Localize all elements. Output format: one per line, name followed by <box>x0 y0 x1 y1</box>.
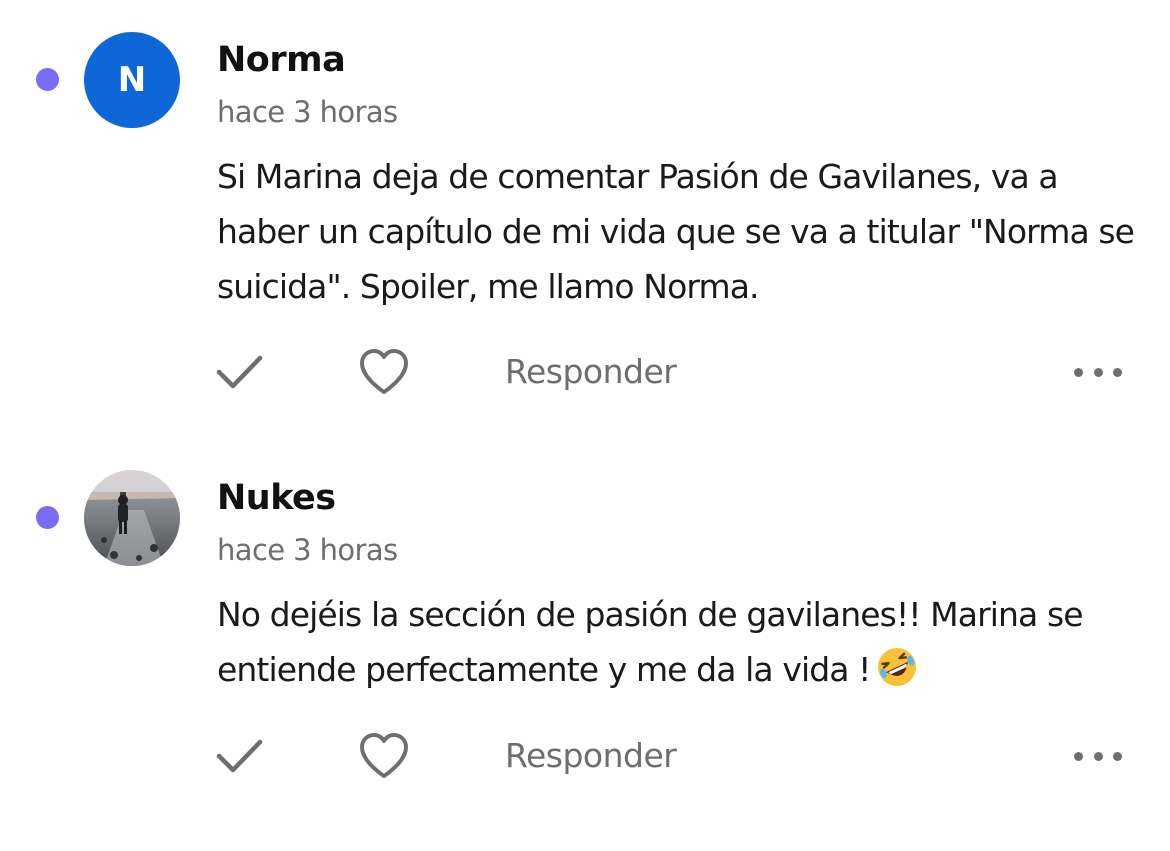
comment-actions: Responder <box>0 342 1170 402</box>
avatar[interactable]: N <box>84 32 180 128</box>
unread-indicator-dot <box>36 506 59 529</box>
more-horizontal-icon <box>1074 751 1083 761</box>
check-icon <box>216 355 263 389</box>
check-button[interactable] <box>214 350 266 394</box>
comment-actions: Responder <box>0 726 1170 786</box>
comment-author[interactable]: Norma <box>217 36 346 84</box>
avatar[interactable] <box>84 470 180 566</box>
comment-timestamp: hace 3 horas <box>217 533 398 567</box>
check-button[interactable] <box>214 734 266 778</box>
check-icon <box>216 739 263 773</box>
comment-timestamp: hace 3 horas <box>217 95 398 129</box>
heart-outline-icon <box>360 349 408 394</box>
more-options-button[interactable] <box>1068 740 1128 772</box>
like-button[interactable] <box>358 348 410 396</box>
comment-author[interactable]: Nukes <box>217 474 336 522</box>
reply-button[interactable]: Responder <box>505 734 677 778</box>
reply-button[interactable]: Responder <box>505 350 677 394</box>
comment-body: Si Marina deja de comentar Pasión de Gav… <box>217 157 1135 306</box>
rolling-on-floor-laughing-emoji <box>877 648 916 686</box>
comment-body-text: No dejéis la sección de pasión de gavila… <box>217 595 1084 689</box>
more-options-button[interactable] <box>1068 356 1128 388</box>
avatar-photo <box>84 470 180 566</box>
heart-outline-icon <box>360 733 408 778</box>
comment-body: No dejéis la sección de pasión de gavila… <box>217 587 1137 697</box>
unread-indicator-dot <box>36 68 59 91</box>
like-button[interactable] <box>358 732 410 780</box>
avatar-initial: N <box>117 60 147 100</box>
more-horizontal-icon <box>1074 367 1083 377</box>
